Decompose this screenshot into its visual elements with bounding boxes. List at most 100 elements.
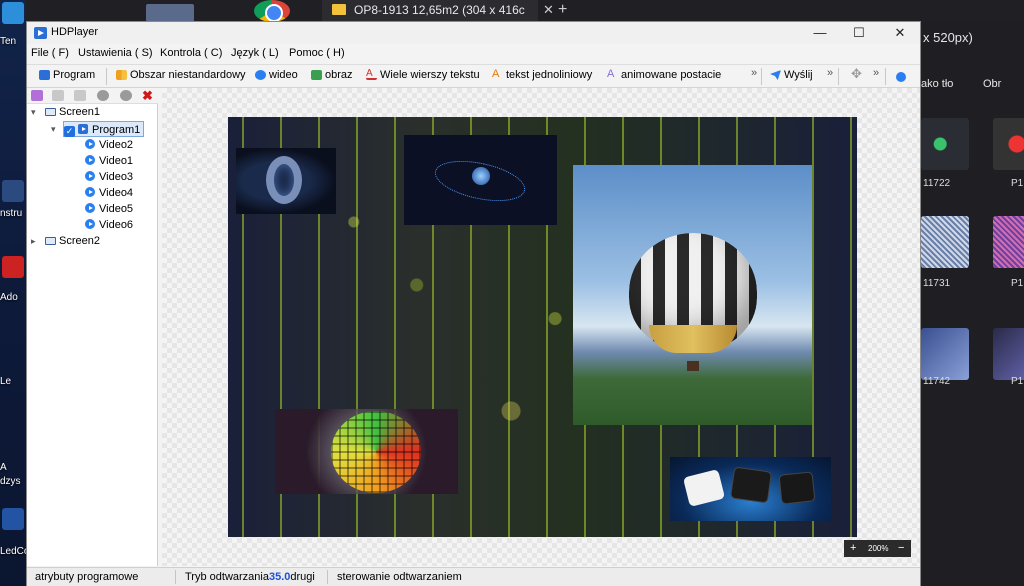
image-zone[interactable] bbox=[670, 457, 831, 521]
send-icon bbox=[770, 70, 781, 80]
zoom-level: 200% bbox=[868, 544, 889, 553]
toolbar-image-button[interactable]: obraz bbox=[311, 69, 353, 81]
toolbar-label: obraz bbox=[325, 69, 353, 81]
toolbar-video-button[interactable]: wideo bbox=[255, 69, 298, 81]
program-canvas[interactable]: + 200% − bbox=[162, 88, 920, 566]
maximize-button[interactable]: ☐ bbox=[839, 22, 879, 44]
toolbar-label: Wyślij bbox=[784, 69, 813, 81]
program-icon bbox=[39, 70, 50, 80]
move-icon[interactable]: ✥ bbox=[851, 66, 862, 82]
adobe-icon[interactable] bbox=[2, 256, 24, 278]
desktop-app-icon[interactable] bbox=[2, 180, 24, 202]
checkbox-checked-icon[interactable]: ✓ bbox=[64, 126, 75, 137]
toolbar-custom-area-button[interactable]: Obszar niestandardowy bbox=[116, 69, 246, 81]
video-zone[interactable] bbox=[236, 148, 336, 214]
playback-mode[interactable]: Tryb odtwarzania35.0drugi bbox=[185, 571, 315, 583]
toolbar-overflow-chevron[interactable]: » bbox=[873, 67, 879, 79]
tree-screen-item[interactable]: ▸ Screen2 bbox=[31, 233, 100, 249]
right-tool-label[interactable]: ako tło bbox=[921, 78, 953, 90]
media-thumbnail[interactable] bbox=[921, 328, 969, 380]
tree-screen-item[interactable]: ▾ Screen1 bbox=[31, 104, 100, 120]
zoom-in-button[interactable]: + bbox=[850, 540, 856, 557]
toolbar-overflow-chevron[interactable]: » bbox=[751, 67, 757, 79]
move-down-icon[interactable] bbox=[120, 90, 132, 101]
tree-video-item[interactable]: Video2 bbox=[85, 137, 133, 153]
media-thumbnail[interactable] bbox=[993, 216, 1024, 268]
toolbar-send-button[interactable]: Wyślij bbox=[770, 69, 813, 81]
play-preview-icon[interactable] bbox=[896, 72, 906, 82]
ledco-icon[interactable] bbox=[2, 508, 24, 530]
tree-program-item[interactable]: ✓ Program1 bbox=[63, 121, 145, 137]
expand-caret-icon[interactable]: ▸ bbox=[31, 233, 36, 249]
minimize-button[interactable]: — bbox=[800, 22, 840, 44]
delete-icon[interactable]: ✖ bbox=[142, 89, 154, 102]
program-icon bbox=[78, 124, 88, 134]
toolbar-label: Program bbox=[53, 69, 96, 81]
zoom-out-button[interactable]: − bbox=[898, 540, 904, 557]
right-tool-label[interactable]: Obr bbox=[983, 78, 1001, 90]
tree-video-label: Video3 bbox=[99, 171, 134, 183]
background-window-thumbnail[interactable] bbox=[146, 4, 194, 22]
program-stage-background[interactable] bbox=[228, 117, 857, 537]
toolbar-animated-text-button[interactable]: A animowane postacie bbox=[607, 69, 721, 82]
collapse-caret-icon[interactable]: ▾ bbox=[31, 104, 36, 120]
tree-video-item[interactable]: Video1 bbox=[85, 153, 133, 169]
title-bar[interactable]: HDPlayer — ☐ ✕ bbox=[27, 22, 920, 44]
video-icon bbox=[85, 187, 95, 197]
playback-duration-value: 35.0 bbox=[268, 571, 291, 583]
thumbnail-label: P1 bbox=[1011, 376, 1024, 387]
menu-control[interactable]: Kontrola ( C) bbox=[160, 47, 222, 59]
tree-video-item[interactable]: Video6 bbox=[85, 217, 133, 233]
video-icon bbox=[255, 70, 266, 80]
desktop-app-icon[interactable] bbox=[2, 2, 24, 24]
tab-close-icon[interactable]: ✕ bbox=[543, 0, 554, 20]
tree-video-item[interactable]: Video5 bbox=[85, 201, 133, 217]
paste-icon[interactable] bbox=[74, 90, 86, 101]
close-button[interactable]: ✕ bbox=[880, 22, 920, 44]
media-thumbnail[interactable] bbox=[993, 118, 1024, 170]
single-line-text-icon: A bbox=[492, 68, 500, 80]
tree-video-item[interactable]: Video3 bbox=[85, 169, 133, 185]
tree-program-label: Program1 bbox=[92, 124, 141, 136]
image-zone[interactable] bbox=[573, 165, 812, 425]
status-divider bbox=[327, 570, 328, 584]
desktop-icon-label: Le bbox=[0, 376, 12, 387]
video-icon bbox=[85, 139, 95, 149]
right-panel-header: x 520px) bbox=[923, 30, 973, 45]
thumbnail-label: 11722 bbox=[923, 178, 951, 189]
thumbnail-label: P1 bbox=[1011, 178, 1024, 189]
video-zone[interactable] bbox=[275, 409, 458, 494]
toolbar-divider bbox=[885, 68, 886, 85]
tree-toolbar: ✖ bbox=[27, 88, 158, 104]
toolbar-single-line-text-button[interactable]: A tekst jednoliniowy bbox=[492, 68, 592, 82]
media-thumbnail[interactable] bbox=[921, 118, 969, 170]
toolbar-multiline-text-button[interactable]: A Wiele wierszy tekstu bbox=[366, 69, 480, 81]
toolbar-label: Wiele wierszy tekstu bbox=[380, 69, 480, 81]
playback-control-tab[interactable]: sterowanie odtwarzaniem bbox=[337, 571, 462, 583]
menu-help[interactable]: Pomoc ( H) bbox=[289, 47, 345, 59]
collapse-caret-icon[interactable]: ▾ bbox=[51, 124, 56, 135]
toolbar-overflow-chevron[interactable]: » bbox=[827, 67, 833, 79]
copy-icon[interactable] bbox=[52, 90, 64, 101]
menu-language[interactable]: Język ( L) bbox=[231, 47, 279, 59]
background-app-panel: x 520px) ako tło Obr 11722 P1 11731 P1 1… bbox=[921, 22, 1024, 586]
new-tab-button[interactable]: + bbox=[558, 0, 567, 20]
folder-icon bbox=[332, 4, 346, 15]
desktop-strip: Ten nstru Ado Le A dzys LedCo bbox=[0, 0, 26, 586]
menu-bar: File ( F) Ustawienia ( S) Kontrola ( C) … bbox=[27, 44, 920, 64]
menu-file[interactable]: File ( F) bbox=[31, 47, 69, 59]
check-all-icon[interactable] bbox=[31, 90, 43, 101]
toolbar-program-button[interactable]: Program bbox=[39, 69, 95, 81]
menu-settings[interactable]: Ustawienia ( S) bbox=[78, 47, 153, 59]
tree-video-item[interactable]: Video4 bbox=[85, 185, 133, 201]
chrome-icon[interactable] bbox=[254, 0, 290, 22]
media-thumbnail[interactable] bbox=[993, 328, 1024, 380]
browser-tab[interactable]: OP8-1913 12,65m2 (304 x 416c bbox=[322, 0, 538, 22]
black-die bbox=[729, 466, 773, 504]
image-icon bbox=[311, 70, 322, 80]
background-browser-bar: OP8-1913 12,65m2 (304 x 416c ✕ + bbox=[26, 0, 1024, 22]
video-zone[interactable] bbox=[404, 135, 557, 225]
program-attributes-tab[interactable]: atrybuty programowe bbox=[35, 571, 138, 583]
media-thumbnail[interactable] bbox=[921, 216, 969, 268]
move-up-icon[interactable] bbox=[97, 90, 109, 101]
